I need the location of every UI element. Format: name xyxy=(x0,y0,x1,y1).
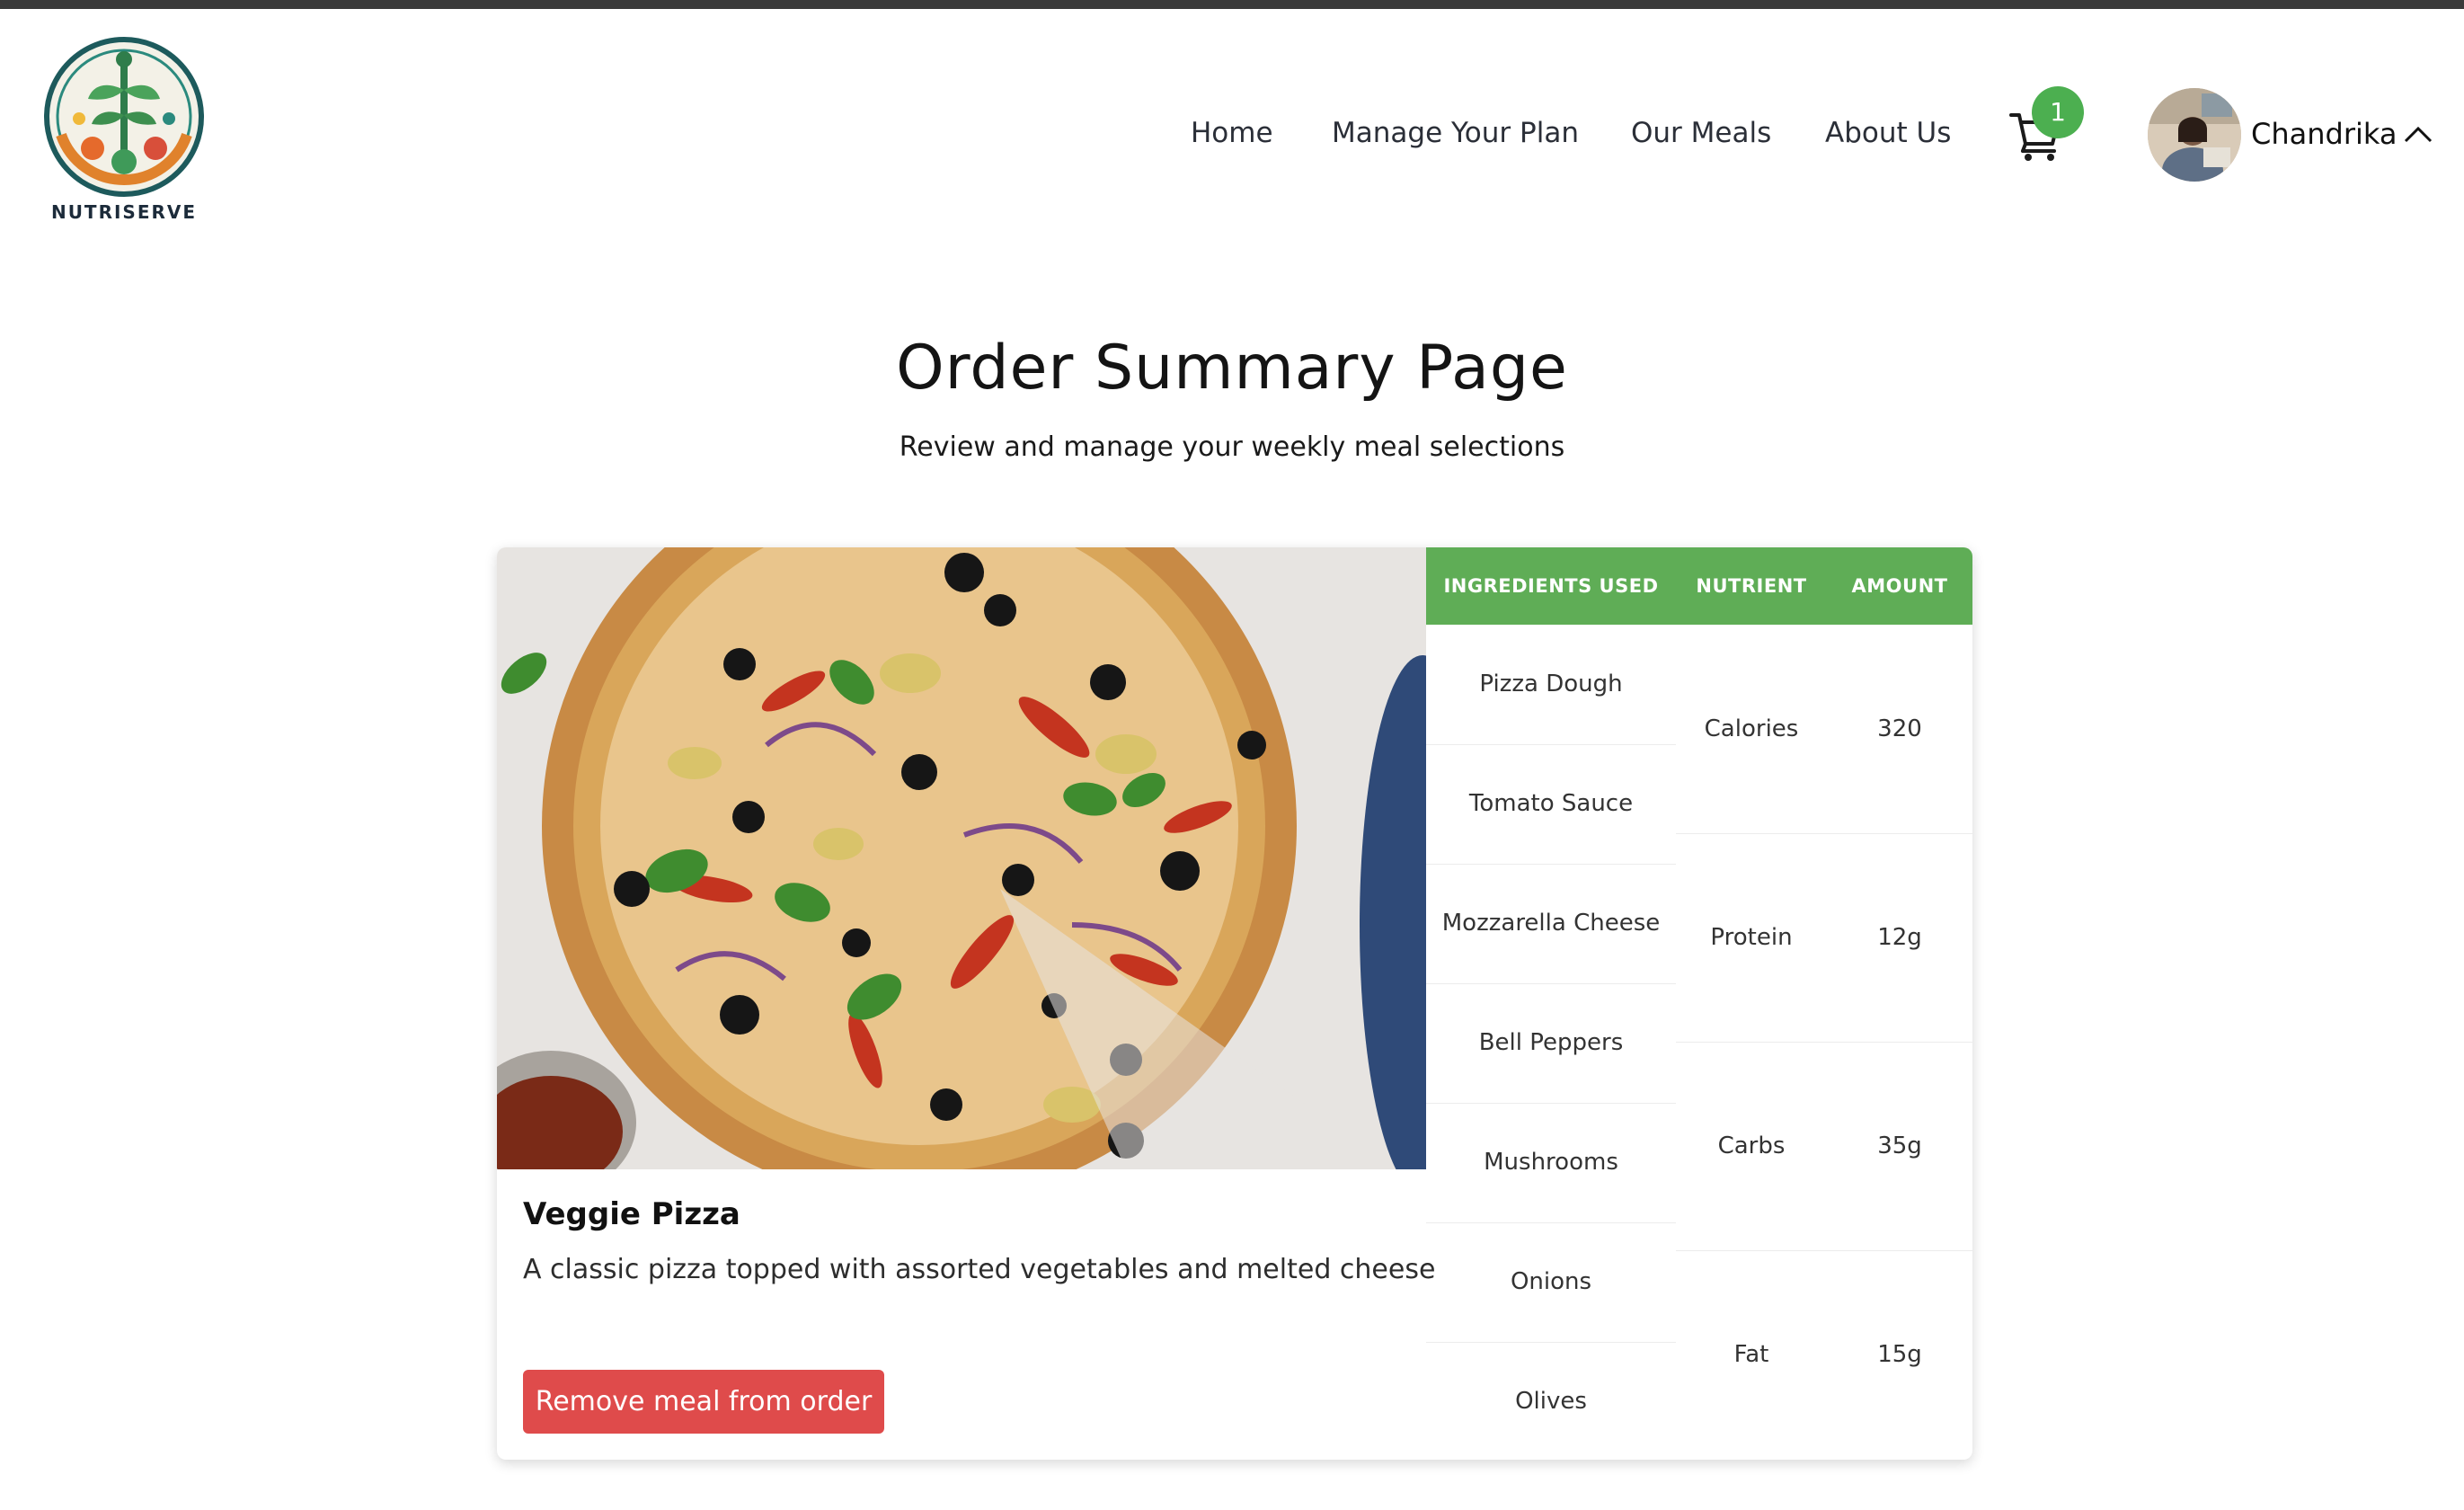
nutrition-table: INGREDIENTS USED NUTRIENT AMOUNT Pizza D… xyxy=(1426,547,1972,1460)
nav-about-us[interactable]: About Us xyxy=(1825,117,1951,149)
nutrient-row: Protein 12g xyxy=(1676,833,1972,1043)
nutrient-name: Calories xyxy=(1704,715,1799,742)
header-ingredients: INGREDIENTS USED xyxy=(1443,575,1659,597)
meal-card: Veggie Pizza A classic pizza topped with… xyxy=(497,547,1972,1460)
page-title: Order Summary Page xyxy=(896,333,1568,404)
user-photo xyxy=(2148,88,2241,182)
meal-image xyxy=(497,547,1426,1169)
ingredient-cell: Onions xyxy=(1426,1222,1676,1343)
meal-name: Veggie Pizza xyxy=(523,1196,740,1232)
user-name[interactable]: Chandrika xyxy=(2251,117,2397,151)
nutrient-row: Fat 15g xyxy=(1676,1250,1972,1459)
nutrient-amount: 35g xyxy=(1877,1132,1922,1159)
user-menu-toggle[interactable] xyxy=(2403,124,2433,144)
nav-manage-plan[interactable]: Manage Your Plan xyxy=(1332,117,1579,149)
nutrient-row: Calories 320 xyxy=(1676,625,1972,834)
logo-emblem-icon xyxy=(44,37,204,197)
nav-our-meals[interactable]: Our Meals xyxy=(1631,117,1771,149)
brand-name: NUTRISERVE xyxy=(50,201,198,223)
nutrient-name: Carbs xyxy=(1717,1132,1786,1159)
remove-meal-button[interactable]: Remove meal from order xyxy=(523,1370,884,1434)
ingredient-cell: Tomato Sauce xyxy=(1426,744,1676,865)
ingredient-cell: Mozzarella Cheese xyxy=(1426,864,1676,984)
chevron-up-icon xyxy=(2404,126,2433,143)
page-subtitle: Review and manage your weekly meal selec… xyxy=(899,431,1565,463)
table-header: INGREDIENTS USED NUTRIENT AMOUNT xyxy=(1426,547,1972,625)
header-amount: AMOUNT xyxy=(1851,575,1948,597)
header-nutrient: NUTRIENT xyxy=(1696,575,1807,597)
ingredient-cell: Bell Peppers xyxy=(1426,983,1676,1104)
user-avatar[interactable] xyxy=(2148,88,2241,182)
ingredient-cell: Mushrooms xyxy=(1426,1103,1676,1223)
cart-count-badge: 1 xyxy=(2032,86,2084,138)
nav-home[interactable]: Home xyxy=(1191,117,1273,149)
brand-logo[interactable]: NUTRISERVE xyxy=(43,36,205,225)
pizza-photo xyxy=(497,547,1426,1169)
ingredient-cell: Olives xyxy=(1515,1388,1587,1415)
nutrient-row: Carbs 35g xyxy=(1676,1042,1972,1251)
nutrient-name: Fat xyxy=(1733,1341,1769,1368)
nutrient-amount: 15g xyxy=(1877,1341,1922,1368)
ingredient-cell: Pizza Dough xyxy=(1426,625,1676,745)
nutrient-amount: 12g xyxy=(1877,924,1922,951)
meal-description: A classic pizza topped with assorted veg… xyxy=(523,1254,1436,1285)
nutrient-name: Protein xyxy=(1710,924,1793,951)
top-bar xyxy=(0,0,2464,9)
nutrient-amount: 320 xyxy=(1877,715,1922,742)
